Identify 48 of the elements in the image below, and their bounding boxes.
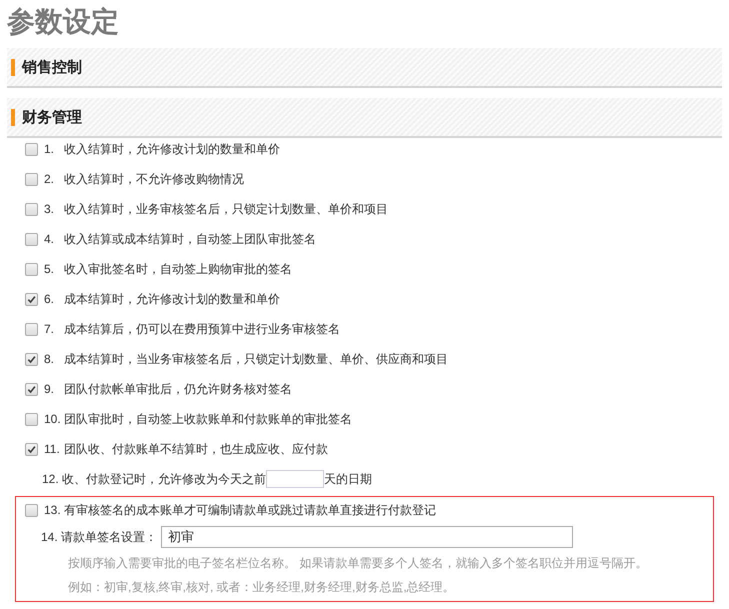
checkbox[interactable] xyxy=(25,382,38,396)
option-number: 12. xyxy=(42,472,60,486)
page-title: 参数设定 xyxy=(7,5,120,39)
option-number: 3. xyxy=(44,202,56,216)
days-input[interactable] xyxy=(266,470,324,488)
checkbox[interactable] xyxy=(25,442,38,456)
section-title: 销售控制 xyxy=(22,58,82,76)
option-label: 收入结算或成本结算时，自动签上团队审批签名 xyxy=(64,230,316,248)
option-number: 9. xyxy=(44,382,56,396)
option-label: 成本结算时，当业务审核签名后，只锁定计划数量、单价、供应商和项目 xyxy=(64,350,448,368)
option-number: 6. xyxy=(44,292,56,306)
signature-input[interactable]: 初审 xyxy=(161,526,573,548)
checkbox[interactable] xyxy=(25,352,38,366)
option-number: 14. xyxy=(41,530,59,544)
option-label: 收入结算时，不允许修改购物情况 xyxy=(64,170,244,188)
option-number: 4. xyxy=(44,232,56,246)
option-label: 收入结算时，业务审核签名后，只锁定计划数量、单价和项目 xyxy=(64,200,388,218)
option-label: 收入结算时，允许修改计划的数量和单价 xyxy=(64,140,280,158)
option-number: 7. xyxy=(44,322,56,336)
option-number: 11. xyxy=(44,442,61,456)
checkbox[interactable] xyxy=(25,292,38,306)
hint-text: 例如：初审,复核,终审,核对, 或者：业务经理,财务经理,财务总监,总经理。 xyxy=(67,579,456,596)
checkbox[interactable] xyxy=(25,202,38,216)
option-label: 有审核签名的成本账单才可编制请款单或跳过请款单直接进行付款登记 xyxy=(64,502,436,518)
option-suffix: 天的日期 xyxy=(324,470,372,488)
checkbox[interactable] xyxy=(25,412,38,426)
checkbox[interactable] xyxy=(25,232,38,246)
checkbox[interactable] xyxy=(25,142,38,156)
option-label: 收、付款登记时，允许修改为今天之前 xyxy=(62,470,266,488)
option-label: 成本结算后，仍可以在费用预算中进行业务审核签名 xyxy=(64,320,340,338)
option-number: 2. xyxy=(44,172,56,186)
checkbox[interactable] xyxy=(25,172,38,186)
checkbox[interactable] xyxy=(25,504,38,516)
option-number: 13. xyxy=(44,503,62,517)
option-label: 团队审批时，自动签上收款账单和付款账单的审批签名 xyxy=(64,410,352,428)
option-number: 5. xyxy=(44,262,56,276)
option-number: 1. xyxy=(44,142,56,156)
checkbox[interactable] xyxy=(25,262,38,276)
option-label: 请款单签名设置： xyxy=(61,528,157,546)
option-label: 收入审批签名时，自动签上购物审批的签名 xyxy=(64,260,292,278)
checkbox[interactable] xyxy=(25,322,38,336)
option-number: 8. xyxy=(44,352,56,366)
section-title: 财务管理 xyxy=(22,108,82,126)
option-label: 团队收、付款账单不结算时，也生成应收、应付款 xyxy=(64,440,328,458)
option-label: 成本结算时，允许修改计划的数量和单价 xyxy=(64,290,280,308)
hint-text: 按顺序输入需要审批的电子签名栏位名称。 如果请款单需要多个人签名，就输入多个签名职位并用逗号隔开。 xyxy=(67,555,648,572)
option-label: 团队付款帐单审批后，仍允许财务核对签名 xyxy=(64,380,292,398)
option-number: 10. xyxy=(44,412,62,426)
